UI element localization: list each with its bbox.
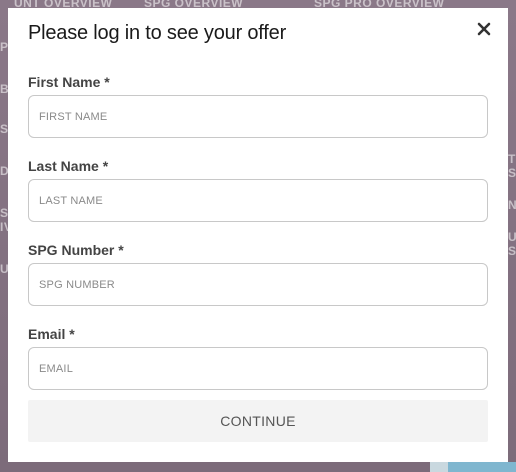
- background-text: U: [508, 230, 516, 244]
- close-icon: [477, 22, 491, 36]
- spg-number-label: SPG Number *: [28, 242, 124, 258]
- first-name-field[interactable]: [28, 95, 488, 138]
- last-name-field[interactable]: [28, 179, 488, 222]
- email-label: Email *: [28, 326, 75, 342]
- email-field[interactable]: [28, 347, 488, 390]
- last-name-label: Last Name *: [28, 158, 109, 174]
- modal-title: Please log in to see your offer: [28, 22, 287, 44]
- spg-number-field[interactable]: [28, 263, 488, 306]
- first-name-label: First Name *: [28, 74, 110, 90]
- continue-button[interactable]: CONTINUE: [28, 400, 488, 442]
- background-text: T: [508, 152, 516, 166]
- background-photo: [430, 462, 516, 472]
- background-text: S: [508, 244, 516, 258]
- background-text: S: [508, 166, 516, 180]
- close-button[interactable]: [474, 19, 494, 39]
- login-modal: Please log in to see your offer First Na…: [8, 8, 508, 462]
- background-text: N: [508, 198, 516, 212]
